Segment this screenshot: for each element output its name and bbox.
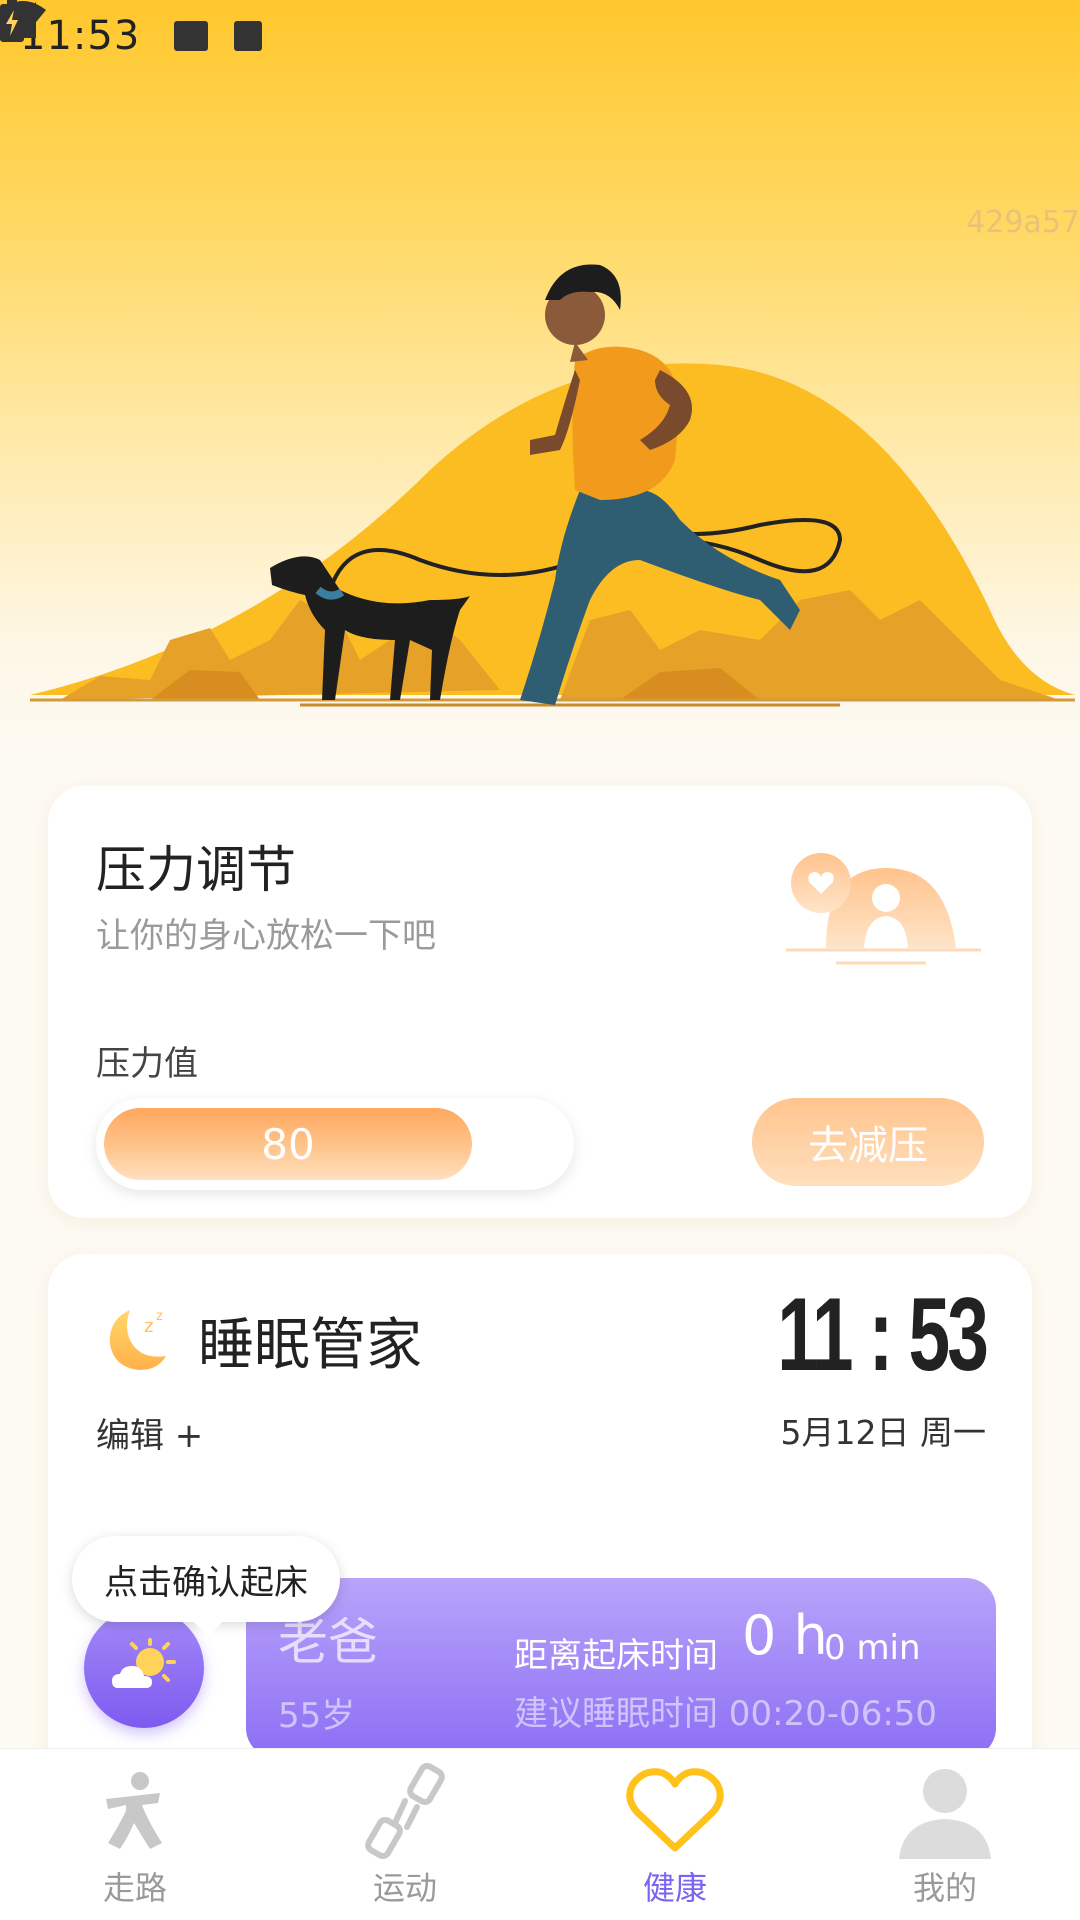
heart-icon xyxy=(626,1768,724,1852)
sleep-clock: 11 : 53 xyxy=(777,1277,989,1393)
stress-value-label: 压力值 xyxy=(96,1044,198,1084)
sleep-title: 睡眠管家 xyxy=(198,1313,422,1378)
tab-label: 运动 xyxy=(372,1869,437,1907)
weather-button[interactable] xyxy=(84,1608,204,1728)
sleep-edit-button[interactable]: 编辑 + xyxy=(96,1408,203,1457)
svg-text:z: z xyxy=(144,1316,153,1337)
meditation-illustration xyxy=(786,853,981,965)
stress-slider-fill: 80 xyxy=(104,1108,472,1180)
tab-health[interactable]: 健康 xyxy=(540,1749,810,1920)
tab-mine[interactable]: 我的 xyxy=(810,1749,1080,1920)
profile-icon xyxy=(899,1769,991,1859)
suggested-sleep-time: 建议睡眠时间 00:20-06:50 xyxy=(514,1694,938,1734)
family-sleep-card[interactable]: 老爸 55岁 距离起床时间 0 h 0 min 建议睡眠时间 00:20-06:… xyxy=(246,1578,996,1758)
sleep-date: 5月12日 周一 xyxy=(780,1413,986,1452)
bottom-tab-bar: 走路 运动 健康 我的 xyxy=(0,1748,1080,1920)
tab-sport[interactable]: 运动 xyxy=(270,1749,540,1920)
stress-subtitle: 让你的身心放松一下吧 xyxy=(96,916,436,956)
moon-icon: z z xyxy=(109,1309,166,1370)
stress-value: 80 xyxy=(261,1119,315,1169)
runner-illustration xyxy=(30,264,1075,707)
stress-slider[interactable]: 80 xyxy=(96,1098,574,1190)
tab-walk[interactable]: 走路 xyxy=(0,1749,270,1920)
tab-label: 走路 xyxy=(102,1869,167,1907)
weather-icon xyxy=(112,1638,176,1688)
svg-text:z: z xyxy=(156,1309,163,1324)
wake-countdown-label: 距离起床时间 xyxy=(514,1636,718,1676)
person-age: 55岁 xyxy=(278,1696,356,1736)
relieve-stress-button[interactable]: 去减压 xyxy=(752,1098,984,1186)
dumbbell-icon xyxy=(365,1762,445,1860)
tab-label: 健康 xyxy=(642,1869,707,1907)
hero-banner: 11:53 429a57 xyxy=(0,0,1080,770)
stress-title: 压力调节 xyxy=(96,841,296,899)
wake-countdown-hours: 0 h xyxy=(742,1604,828,1667)
stress-card[interactable]: 压力调节 让你的身心放松一下吧 压力值 80 去减压 xyxy=(48,786,1032,1218)
walk-icon xyxy=(106,1772,162,1849)
wake-countdown-minutes: 0 min xyxy=(824,1628,921,1668)
tab-label: 我的 xyxy=(912,1869,977,1907)
confirm-wake-tooltip[interactable]: 点击确认起床 xyxy=(72,1536,340,1638)
